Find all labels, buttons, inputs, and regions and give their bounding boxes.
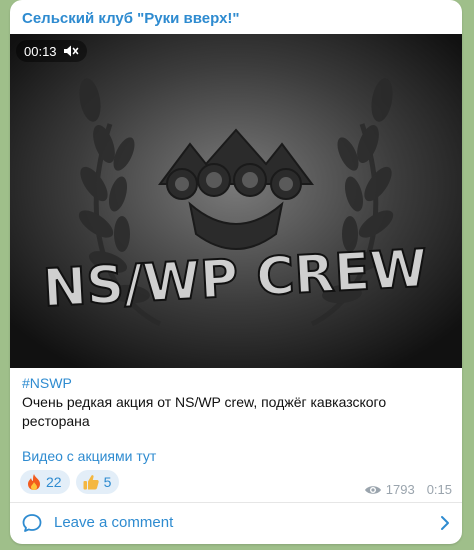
post-time: 0:15: [426, 482, 452, 497]
channel-post-bubble: Сельский клуб "Руки вверх!" NS/WP CREW 0…: [10, 0, 462, 544]
post-text: #NSWP Очень редкая акция от NS/WP crew, …: [22, 374, 452, 431]
video-duration-pill[interactable]: 00:13: [16, 40, 87, 62]
video-duration: 00:13: [24, 43, 57, 59]
eye-icon: [364, 484, 382, 496]
reaction-fire[interactable]: 22: [20, 470, 70, 494]
reactions-bar: 22 5: [20, 470, 120, 494]
post-meta: 1793 0:15: [364, 482, 452, 497]
post-body: Очень редкая акция от NS/WP crew, поджёг…: [22, 394, 387, 429]
channel-name[interactable]: Сельский клуб "Руки вверх!": [22, 10, 240, 27]
chevron-right-icon: [440, 515, 450, 536]
reaction-thumbs-up[interactable]: 5: [75, 470, 120, 494]
video-player[interactable]: NS/WP CREW 00:13: [10, 34, 462, 368]
comment-bubble-icon: [22, 513, 42, 538]
reaction-count: 22: [46, 474, 62, 490]
leave-comment-label: Leave a comment: [54, 514, 174, 531]
muted-speaker-icon[interactable]: [63, 44, 79, 58]
leave-comment-button[interactable]: Leave a comment: [10, 503, 462, 543]
view-count: 1793: [385, 482, 415, 497]
fire-icon: [26, 473, 42, 491]
thumbs-up-icon: [82, 473, 100, 491]
reaction-count: 5: [103, 474, 112, 490]
videos-link[interactable]: Видео с акциями тут: [22, 448, 156, 464]
hashtag-link[interactable]: #NSWP: [22, 374, 452, 393]
video-thumbnail: NS/WP CREW: [10, 34, 462, 368]
